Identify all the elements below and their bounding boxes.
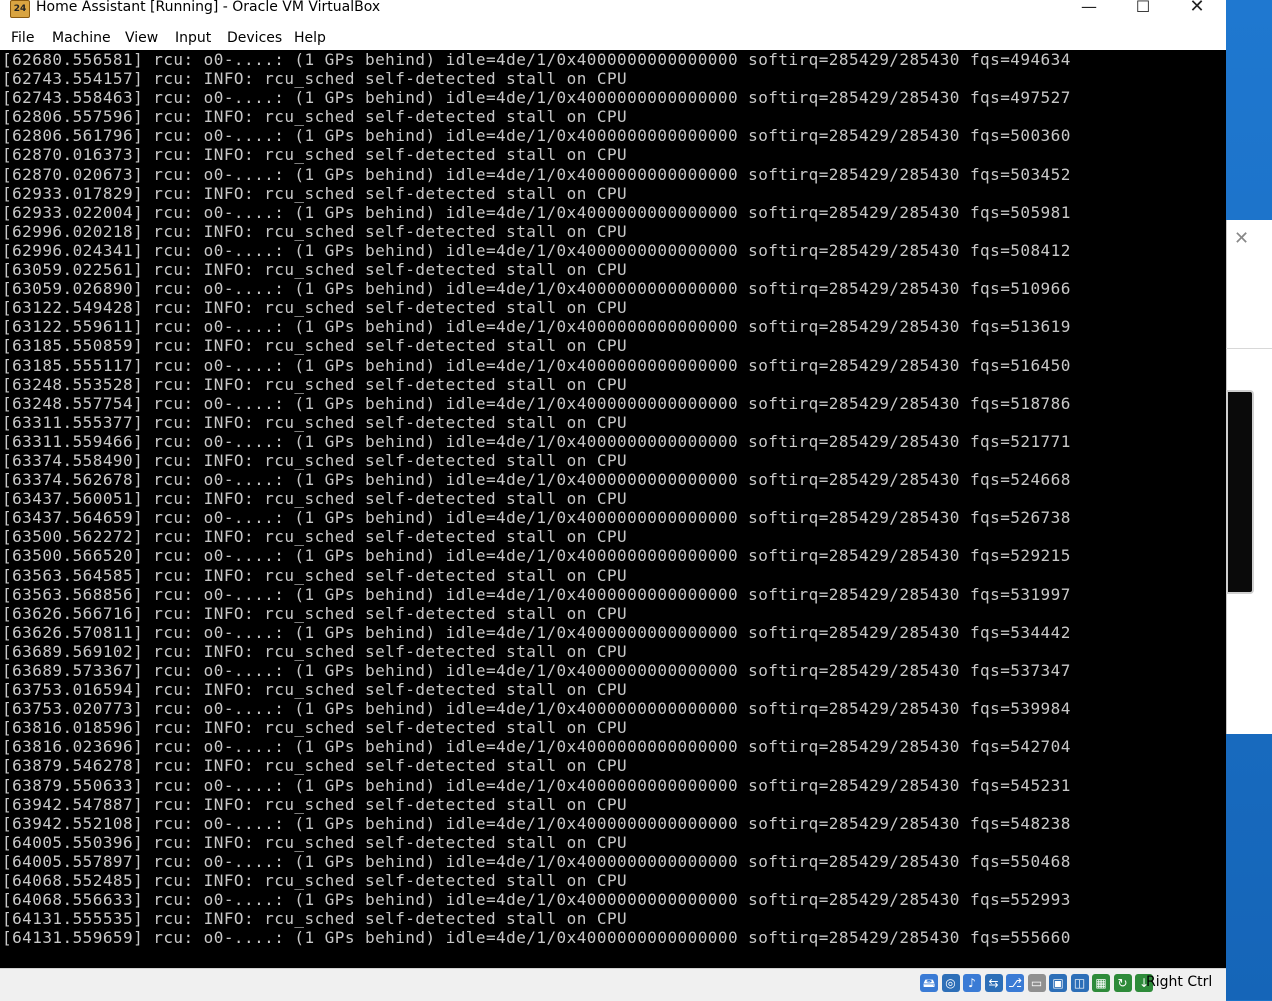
menu-view[interactable]: View — [125, 30, 158, 46]
console-line: [63122.559611] rcu: o0-....: (1 GPs behi… — [2, 317, 1071, 337]
menu-file[interactable]: File — [11, 30, 34, 46]
audio-icon[interactable]: ♪ — [963, 974, 981, 992]
close-button[interactable]: ✕ — [1174, 0, 1220, 20]
console-line: [63753.020773] rcu: o0-....: (1 GPs behi… — [2, 699, 1071, 719]
console-line: [63059.022561] rcu: INFO: rcu_sched self… — [2, 260, 628, 280]
title-bar[interactable]: 24 Home Assistant [Running] - Oracle VM … — [0, 0, 1226, 24]
console-line: [64005.550396] rcu: INFO: rcu_sched self… — [2, 832, 628, 852]
console-line: [63626.570811] rcu: o0-....: (1 GPs behi… — [2, 622, 1071, 642]
console-line: [64131.559659] rcu: o0-....: (1 GPs behi… — [2, 928, 1071, 948]
console-line: [63816.023696] rcu: o0-....: (1 GPs behi… — [2, 737, 1071, 757]
console-line: [64005.557897] rcu: o0-....: (1 GPs behi… — [2, 851, 1071, 871]
console-line: [63879.546278] rcu: INFO: rcu_sched self… — [2, 756, 628, 776]
status-bar: 🖴 ◎ ♪ ⇆ ⎇ ▭ ▣ ◫ ▦ ↻ ↓ Right Ctrl — [0, 968, 1226, 1001]
shared-folders-icon[interactable]: ▭ — [1027, 974, 1046, 992]
console-line: [63563.568856] rcu: o0-....: (1 GPs behi… — [2, 584, 1071, 604]
console-line: [63374.558490] rcu: INFO: rcu_sched self… — [2, 450, 628, 470]
vm-console-screen[interactable]: [62680.556581] rcu: o0-....: (1 GPs behi… — [0, 50, 1226, 968]
cpu-icon[interactable]: ▦ — [1092, 974, 1110, 992]
console-line: [63059.026890] rcu: o0-....: (1 GPs behi… — [2, 279, 1071, 299]
menu-bar: File Machine View Input Devices Help — [0, 28, 1226, 50]
console-line: [63311.559466] rcu: o0-....: (1 GPs behi… — [2, 431, 1071, 451]
console-line: [64131.555535] rcu: INFO: rcu_sched self… — [2, 909, 628, 929]
console-line: [63879.550633] rcu: o0-....: (1 GPs behi… — [2, 775, 1071, 795]
console-line: [62680.556581] rcu: o0-....: (1 GPs behi… — [2, 50, 1071, 69]
console-line: [63437.560051] rcu: INFO: rcu_sched self… — [2, 489, 628, 509]
console-line: [63248.553528] rcu: INFO: rcu_sched self… — [2, 374, 628, 394]
console-line: [63563.564585] rcu: INFO: rcu_sched self… — [2, 565, 628, 585]
network-icon[interactable]: ⇆ — [984, 974, 1003, 992]
mouse-integration-icon[interactable]: ↻ — [1113, 974, 1132, 992]
console-line: [62806.561796] rcu: o0-....: (1 GPs behi… — [2, 126, 1071, 146]
console-line: [62870.016373] rcu: INFO: rcu_sched self… — [2, 145, 628, 165]
virtualbox-icon: 24 — [10, 0, 30, 18]
virtualbox-window: 24 Home Assistant [Running] - Oracle VM … — [0, 0, 1226, 1001]
optical-drive-icon[interactable]: ◎ — [941, 974, 960, 992]
console-line: [63816.018596] rcu: INFO: rcu_sched self… — [2, 718, 628, 738]
background-window-preview — [1226, 390, 1254, 594]
console-line: [62996.020218] rcu: INFO: rcu_sched self… — [2, 221, 628, 241]
console-line: [64068.556633] rcu: o0-....: (1 GPs behi… — [2, 890, 1071, 910]
console-line: [63185.555117] rcu: o0-....: (1 GPs behi… — [2, 355, 1071, 375]
minimize-button[interactable]: — — [1066, 0, 1112, 20]
console-line: [63374.562678] rcu: o0-....: (1 GPs behi… — [2, 470, 1071, 490]
maximize-button[interactable]: ☐ — [1120, 0, 1166, 20]
console-line: [63689.573367] rcu: o0-....: (1 GPs behi… — [2, 661, 1071, 680]
usb-icon[interactable]: ⎇ — [1006, 974, 1024, 992]
console-line: [62933.017829] rcu: INFO: rcu_sched self… — [2, 183, 628, 203]
console-line: [63626.566716] rcu: INFO: rcu_sched self… — [2, 603, 628, 623]
console-line: [63500.562272] rcu: INFO: rcu_sched self… — [2, 527, 628, 547]
video-capture-icon[interactable]: ◫ — [1070, 974, 1089, 992]
close-icon[interactable]: ✕ — [1234, 228, 1249, 249]
console-line: [63185.550859] rcu: INFO: rcu_sched self… — [2, 336, 628, 356]
console-line: [63311.555377] rcu: INFO: rcu_sched self… — [2, 412, 628, 432]
menu-machine[interactable]: Machine — [52, 30, 111, 46]
display-icon[interactable]: ▣ — [1049, 974, 1067, 992]
console-line: [63122.549428] rcu: INFO: rcu_sched self… — [2, 298, 628, 318]
menu-devices[interactable]: Devices — [227, 30, 282, 46]
console-line: [63942.547887] rcu: INFO: rcu_sched self… — [2, 794, 628, 814]
console-line: [62743.558463] rcu: o0-....: (1 GPs behi… — [2, 88, 1071, 108]
window-title: Home Assistant [Running] - Oracle VM Vir… — [36, 0, 381, 15]
console-line: [63248.557754] rcu: o0-....: (1 GPs behi… — [2, 393, 1071, 413]
menu-input[interactable]: Input — [175, 30, 211, 46]
console-line: [63689.569102] rcu: INFO: rcu_sched self… — [2, 641, 628, 661]
menu-help[interactable]: Help — [294, 30, 326, 46]
console-line: [63500.566520] rcu: o0-....: (1 GPs behi… — [2, 546, 1071, 566]
console-line: [62870.020673] rcu: o0-....: (1 GPs behi… — [2, 164, 1071, 184]
console-line: [62996.024341] rcu: o0-....: (1 GPs behi… — [2, 240, 1071, 260]
console-line: [63437.564659] rcu: o0-....: (1 GPs behi… — [2, 508, 1071, 528]
console-line: [62933.022004] rcu: o0-....: (1 GPs behi… — [2, 202, 1071, 222]
console-line: [64068.552485] rcu: INFO: rcu_sched self… — [2, 871, 628, 891]
console-line: [63942.552108] rcu: o0-....: (1 GPs behi… — [2, 813, 1071, 833]
host-key-label: Right Ctrl — [1146, 974, 1213, 990]
console-line: [62806.557596] rcu: INFO: rcu_sched self… — [2, 107, 628, 127]
hard-disk-icon[interactable]: 🖴 — [920, 974, 938, 992]
console-line: [63753.016594] rcu: INFO: rcu_sched self… — [2, 680, 628, 700]
divider — [1226, 348, 1272, 349]
console-output: [62680.556581] rcu: o0-....: (1 GPs behi… — [2, 50, 1071, 947]
console-line: [62743.554157] rcu: INFO: rcu_sched self… — [2, 69, 628, 89]
